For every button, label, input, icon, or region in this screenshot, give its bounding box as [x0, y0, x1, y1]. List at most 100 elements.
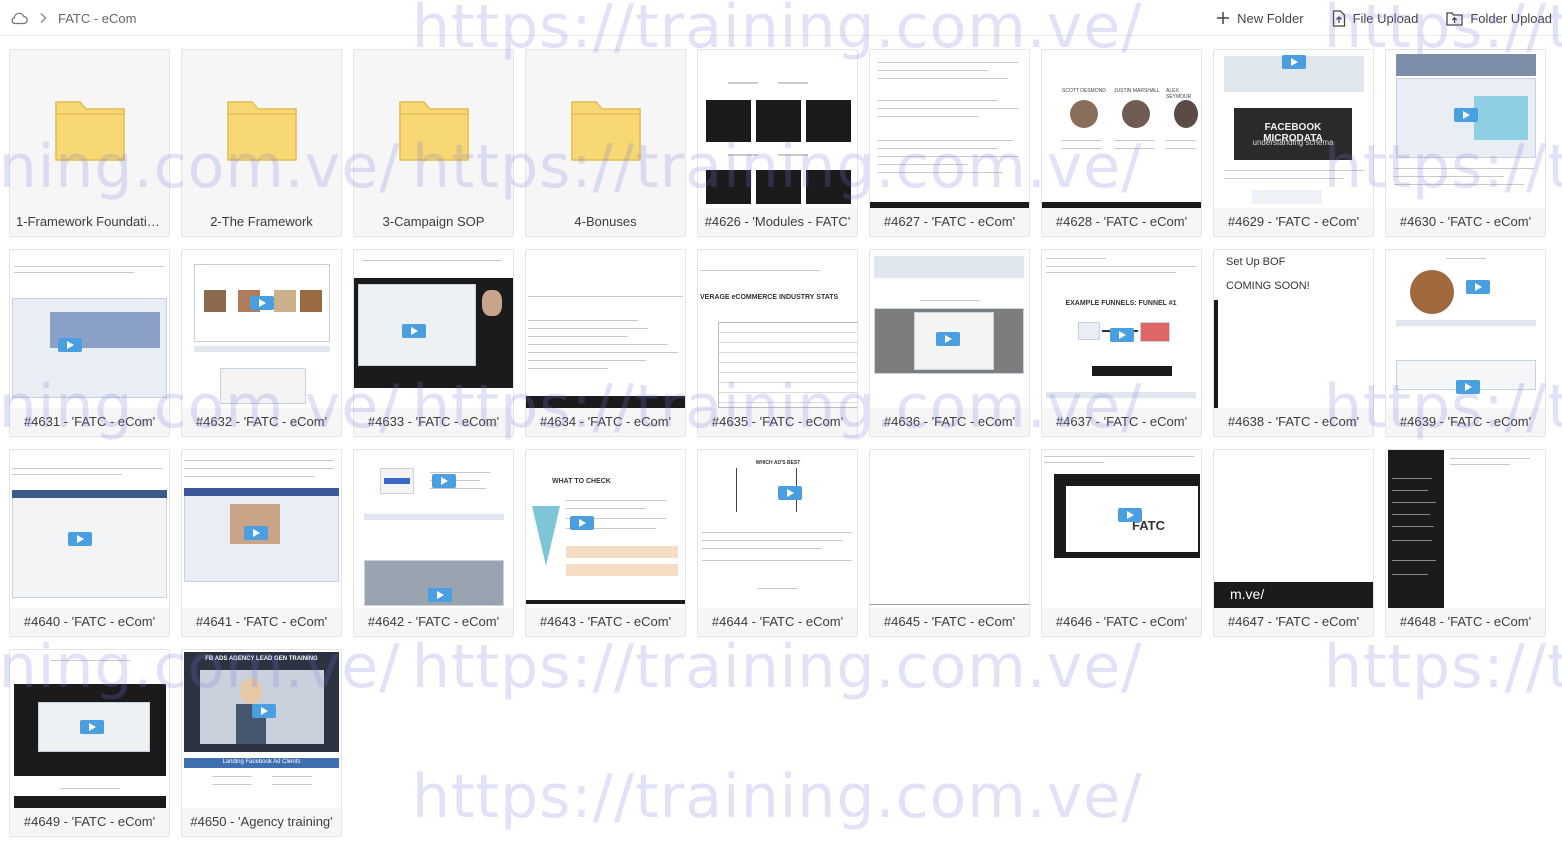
folder-upload-label: Folder Upload	[1470, 10, 1552, 26]
item-name: #4637 - 'FATC - eCom'	[1042, 408, 1201, 436]
play-icon	[1110, 328, 1134, 342]
item-name: #4626 - 'Modules - FATC'	[698, 208, 857, 236]
folder-icon	[571, 101, 641, 161]
folder-thumbnail	[526, 50, 685, 208]
item-name: #4631 - 'FATC - eCom'	[10, 408, 169, 436]
thumb-title: EXAMPLE FUNNELS: FUNNEL #1	[1065, 300, 1177, 307]
video-thumbnail	[10, 450, 169, 608]
breadcrumb: FATC - eCom	[10, 0, 137, 36]
item-name: #4644 - 'FATC - eCom'	[698, 608, 857, 636]
file-grid: 1-Framework Foundations 2-The Framework …	[9, 49, 1546, 837]
play-icon	[252, 704, 276, 718]
video-thumbnail	[1386, 50, 1545, 208]
top-bar: FATC - eCom New Folder File Upload Folde…	[0, 0, 1562, 36]
item-name: #4647 - 'FATC - eCom'	[1214, 608, 1373, 636]
new-folder-label: New Folder	[1237, 10, 1304, 26]
video-thumbnail	[870, 250, 1029, 408]
file-tile[interactable]: FATC #4646 - 'FATC - eCom'	[1041, 449, 1202, 637]
item-name: #4648 - 'FATC - eCom'	[1386, 608, 1545, 636]
item-name: #4629 - 'FATC - eCom'	[1214, 208, 1373, 236]
folder-tile[interactable]: 4-Bonuses	[525, 49, 686, 237]
play-icon	[58, 338, 82, 352]
file-tile[interactable]: EXAMPLE FUNNELS: FUNNEL #1 #4637 - 'FATC…	[1041, 249, 1202, 437]
thumb-heading: Set Up BOF	[1226, 256, 1286, 268]
document-thumbnail	[526, 250, 685, 408]
document-thumbnail: Set Up BOF COMING SOON!	[1214, 250, 1373, 408]
file-tile[interactable]: FACEBOOK MICRODATA understanding schema …	[1213, 49, 1374, 237]
thumb-subtitle: understanding schema	[1252, 138, 1334, 147]
play-icon	[1466, 280, 1490, 294]
folder-icon	[55, 101, 125, 161]
file-tile[interactable]: FB ADS AGENCY LEAD GEN TRAINING Landing …	[181, 649, 342, 837]
folder-upload-icon	[1446, 11, 1463, 26]
item-name: 2-The Framework	[182, 208, 341, 236]
new-folder-button[interactable]: New Folder	[1216, 10, 1304, 26]
file-tile[interactable]: #4642 - 'FATC - eCom'	[353, 449, 514, 637]
video-thumbnail: FATC	[1042, 450, 1201, 608]
file-tile[interactable]: #4626 - 'Modules - FATC'	[697, 49, 858, 237]
play-icon	[1282, 55, 1306, 69]
file-tile[interactable]: #4633 - 'FATC - eCom'	[353, 249, 514, 437]
video-thumbnail	[10, 650, 169, 808]
folder-tile[interactable]: 1-Framework Foundations	[9, 49, 170, 237]
folder-upload-button[interactable]: Folder Upload	[1446, 11, 1552, 26]
play-icon	[68, 532, 92, 546]
file-tile[interactable]: WHICH AD'S BEST #4644 - 'FATC - eCom'	[697, 449, 858, 637]
file-tile[interactable]: VERAGE eCOMMERCE INDUSTRY STATS #4635 - …	[697, 249, 858, 437]
folder-thumbnail	[182, 50, 341, 208]
cloud-icon[interactable]	[10, 11, 28, 25]
file-tile[interactable]: Set Up BOF COMING SOON! #4638 - 'FATC - …	[1213, 249, 1374, 437]
avatar	[1174, 100, 1198, 128]
play-icon	[250, 296, 274, 310]
play-icon	[244, 526, 268, 540]
breadcrumb-current[interactable]: FATC - eCom	[58, 11, 137, 26]
file-tile[interactable]: #4636 - 'FATC - eCom'	[869, 249, 1030, 437]
image-thumbnail: SCOTT DESMOND JUSTIN MARSHALL ALEX SEYMO…	[1042, 50, 1201, 208]
video-thumbnail	[354, 450, 513, 608]
chevron-right-icon	[38, 12, 48, 24]
item-name: #4630 - 'FATC - eCom'	[1386, 208, 1545, 236]
file-tile[interactable]: #4640 - 'FATC - eCom'	[9, 449, 170, 637]
thumb-title: VERAGE eCOMMERCE INDUSTRY STATS	[700, 294, 839, 301]
play-icon	[778, 486, 802, 500]
file-tile[interactable]: #4630 - 'FATC - eCom'	[1385, 49, 1546, 237]
file-tile[interactable]: #4634 - 'FATC - eCom'	[525, 249, 686, 437]
presenter-illustration	[240, 678, 262, 704]
document-thumbnail	[870, 450, 1029, 608]
file-tile[interactable]: SCOTT DESMOND JUSTIN MARSHALL ALEX SEYMO…	[1041, 49, 1202, 237]
file-tile[interactable]: m.ve/ #4647 - 'FATC - eCom'	[1213, 449, 1374, 637]
item-name: #4633 - 'FATC - eCom'	[354, 408, 513, 436]
file-tile[interactable]: #4645 - 'FATC - eCom'	[869, 449, 1030, 637]
thumb-subtitle: Landing Facebook Ad Clients	[222, 759, 301, 765]
item-name: #4632 - 'FATC - eCom'	[182, 408, 341, 436]
file-tile[interactable]: WHAT TO CHECK #4643 - 'FATC - eCom'	[525, 449, 686, 637]
folder-icon	[227, 101, 297, 161]
folder-tile[interactable]: 2-The Framework	[181, 49, 342, 237]
thumb-title: WHICH AD'S BEST	[755, 460, 801, 466]
person-name: SCOTT DESMOND	[1062, 88, 1106, 94]
play-icon	[1456, 380, 1480, 394]
file-tile[interactable]: #4648 - 'FATC - eCom'	[1385, 449, 1546, 637]
file-upload-button[interactable]: File Upload	[1332, 9, 1418, 27]
document-thumbnail	[870, 50, 1029, 208]
video-thumbnail: FACEBOOK MICRODATA understanding schema	[1214, 50, 1373, 208]
folder-thumbnail	[354, 50, 513, 208]
item-name: #4642 - 'FATC - eCom'	[354, 608, 513, 636]
file-tile[interactable]: #4627 - 'FATC - eCom'	[869, 49, 1030, 237]
file-tile[interactable]: #4632 - 'FATC - eCom'	[181, 249, 342, 437]
play-icon	[432, 474, 456, 488]
folder-tile[interactable]: 3-Campaign SOP	[353, 49, 514, 237]
file-tile[interactable]: #4631 - 'FATC - eCom'	[9, 249, 170, 437]
video-thumbnail: FB ADS AGENCY LEAD GEN TRAINING Landing …	[182, 650, 341, 808]
video-thumbnail	[10, 250, 169, 408]
file-tile[interactable]: #4639 - 'FATC - eCom'	[1385, 249, 1546, 437]
avatar	[1122, 100, 1150, 128]
file-tile[interactable]: #4641 - 'FATC - eCom'	[181, 449, 342, 637]
file-tile[interactable]: #4649 - 'FATC - eCom'	[9, 649, 170, 837]
thumb-title: FB ADS AGENCY LEAD GEN TRAINING	[205, 656, 318, 662]
item-name: #4634 - 'FATC - eCom'	[526, 408, 685, 436]
item-name: #4650 - 'Agency training'	[182, 808, 341, 836]
item-name: #4649 - 'FATC - eCom'	[10, 808, 169, 836]
thumb-text: m.ve/	[1230, 586, 1265, 602]
item-name: #4646 - 'FATC - eCom'	[1042, 608, 1201, 636]
